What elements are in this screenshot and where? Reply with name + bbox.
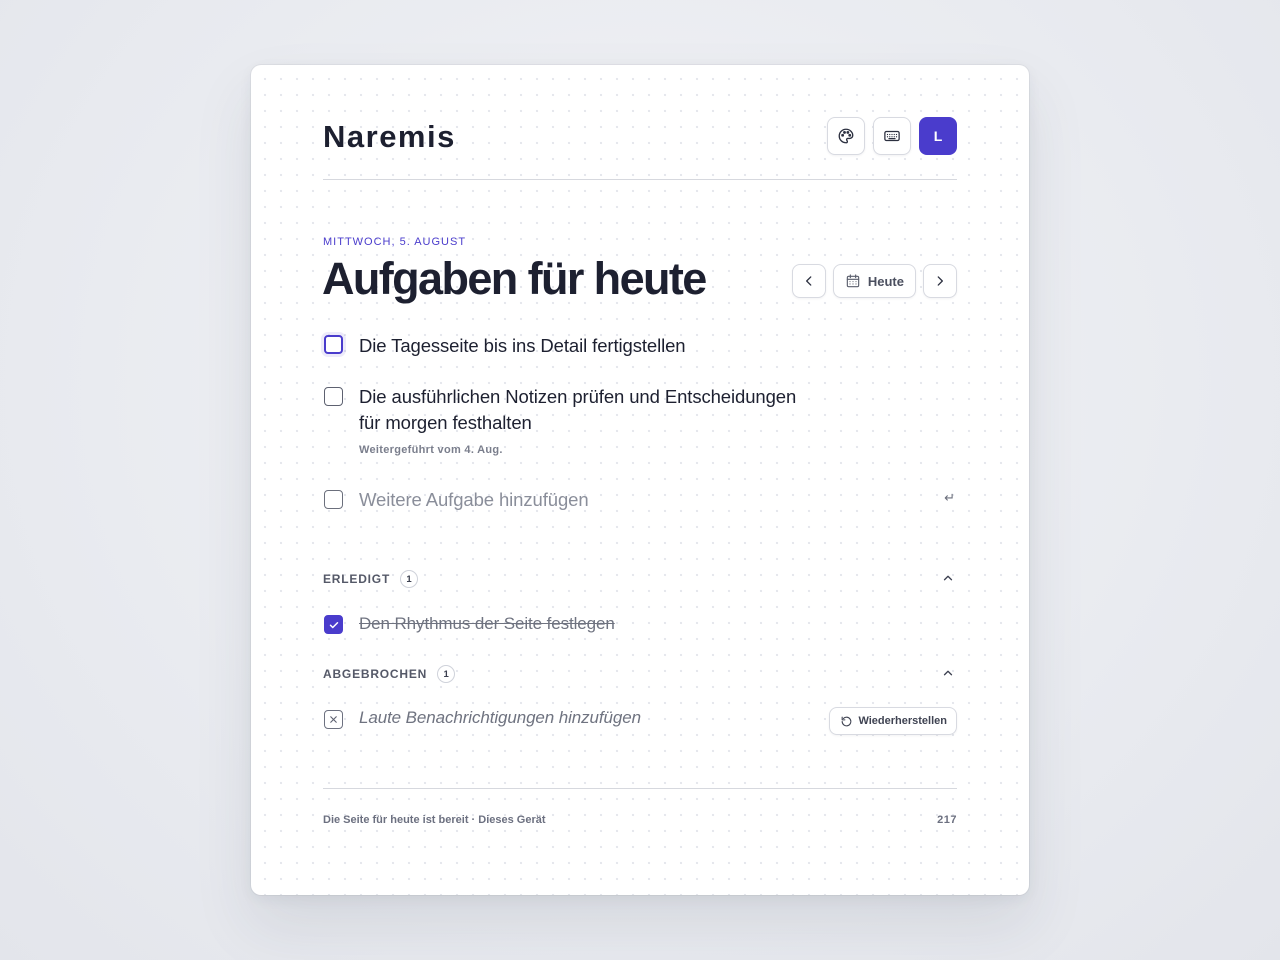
next-day-button[interactable] <box>923 264 957 298</box>
restore-button[interactable]: Wiederherstellen <box>829 707 957 735</box>
chevron-up-icon[interactable] <box>941 666 955 680</box>
cancelled-section-label: ABGEBROCHEN <box>323 667 428 681</box>
cancelled-section-header[interactable]: ABGEBROCHEN 1 <box>323 663 957 685</box>
footer-status: Die Seite für heute ist bereit · Dieses … <box>323 814 546 826</box>
chevron-right-icon <box>937 276 943 286</box>
done-task-checkbox[interactable] <box>324 615 343 634</box>
task-checkbox[interactable] <box>324 387 343 406</box>
today-button[interactable]: Heute <box>832 264 916 298</box>
cancelled-task-item: Laute Benachrichtigungen hinzufügen Wied… <box>323 707 957 735</box>
new-task-row: Weitere Aufgabe hinzufügen ↵ <box>323 489 957 515</box>
task-checkbox[interactable] <box>324 335 343 354</box>
task-item: Die ausführlichen Notizen prüfen und Ent… <box>323 386 957 456</box>
page-title: Aufgaben für heute <box>322 253 707 304</box>
checkmark-icon <box>329 621 338 628</box>
task-carried-over-note: Weitergeführt vom 4. Aug. <box>359 444 503 456</box>
date-label: MITTWOCH, 5. AUGUST <box>323 236 467 248</box>
done-task-text[interactable]: Den Rhythmus der Seite festlegen <box>359 611 615 637</box>
date-navigation: Heute <box>791 264 957 298</box>
previous-day-button[interactable] <box>791 264 826 298</box>
footer-divider <box>323 788 957 789</box>
task-text[interactable]: Die Tagesseite bis ins Detail fertigstel… <box>359 333 686 359</box>
new-task-input[interactable]: Weitere Aufgabe hinzufügen <box>359 487 589 513</box>
header-actions: L <box>827 117 957 155</box>
calendar-icon <box>846 274 860 288</box>
x-icon <box>330 716 337 723</box>
keyboard-shortcuts-button[interactable] <box>873 117 911 155</box>
restore-label: Wiederherstellen <box>858 715 947 727</box>
chevron-left-icon <box>805 276 812 286</box>
header-divider <box>323 179 957 180</box>
theme-button[interactable] <box>827 117 865 155</box>
cancelled-task-box[interactable] <box>324 710 343 729</box>
done-task-item: Den Rhythmus der Seite festlegen <box>323 614 957 638</box>
done-section-header[interactable]: ERLEDIGT 1 <box>323 568 957 590</box>
day-page-card: Naremis L MITTWOCH, 5. AUGUST Aufgaben f… <box>251 65 1029 895</box>
task-text-line[interactable]: Die ausführlichen Notizen prüfen und Ent… <box>359 384 796 410</box>
task-item: Die Tagesseite bis ins Detail fertigstel… <box>323 335 957 361</box>
palette-icon <box>838 128 854 144</box>
app-brand: Naremis <box>323 119 456 154</box>
cancelled-task-text[interactable]: Laute Benachrichtigungen hinzufügen <box>359 705 641 731</box>
today-label: Heute <box>867 273 904 289</box>
task-text-line[interactable]: für morgen festhalten <box>359 410 532 436</box>
user-avatar[interactable]: L <box>919 117 957 155</box>
footer-number: 217 <box>937 814 957 826</box>
keyboard-icon <box>884 130 900 142</box>
restore-icon <box>842 716 852 726</box>
new-task-checkbox <box>324 490 343 509</box>
enter-key-icon: ↵ <box>944 490 955 505</box>
done-count-badge: 1 <box>400 570 419 588</box>
cancelled-count-badge: 1 <box>437 665 456 683</box>
done-section-label: ERLEDIGT <box>323 572 391 586</box>
chevron-up-icon[interactable] <box>941 571 955 585</box>
